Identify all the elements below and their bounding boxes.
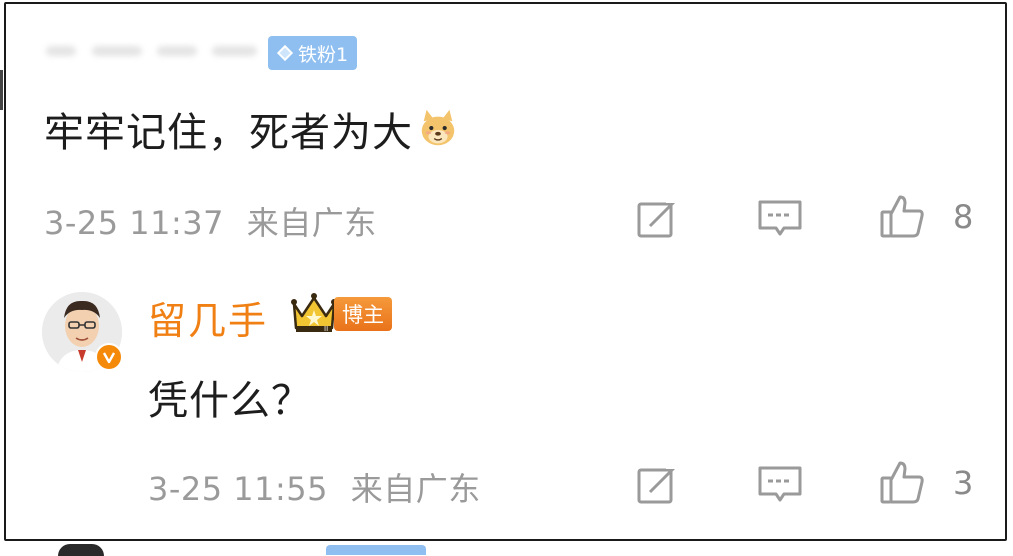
share-icon[interactable] [634, 194, 682, 242]
crown-icon: II [291, 293, 337, 333]
like-count: 8 [953, 198, 974, 236]
comment-text: 牢牢记住，死者为大 [44, 100, 459, 158]
thumbs-up-icon[interactable] [878, 192, 926, 240]
svg-text:II: II [324, 325, 328, 333]
next-avatar-peek [58, 544, 104, 556]
next-badge-peek [326, 545, 426, 555]
comment-text-content: 牢牢记住，死者为大 [44, 110, 413, 156]
author-name[interactable]: 留几手 [148, 290, 268, 345]
verified-v-icon [95, 343, 123, 371]
comment-card [4, 2, 1007, 541]
blogger-badge-label: 博主 [342, 303, 384, 327]
reply-text: 凭什么？ [148, 378, 312, 424]
share-icon[interactable] [634, 460, 682, 508]
fan-badge[interactable]: 铁粉1 [268, 36, 358, 70]
comment-location: 来自广东 [246, 204, 377, 242]
like-count: 3 [953, 464, 974, 502]
blurred-username[interactable] [42, 36, 257, 70]
edge-mark [0, 70, 3, 110]
reply-meta: 3-25 11:55 来自广东 [148, 464, 481, 510]
comment-icon[interactable] [756, 460, 804, 508]
comment-time: 3-25 11:37 [44, 204, 225, 242]
thumbs-up-icon[interactable] [878, 458, 926, 506]
diamond-icon [276, 44, 294, 62]
blogger-badge: 博主 [334, 297, 392, 331]
reply-location: 来自广东 [350, 470, 481, 508]
reply-time: 3-25 11:55 [148, 470, 329, 508]
comment-meta: 3-25 11:37 来自广东 [44, 198, 377, 244]
comment-icon[interactable] [756, 194, 804, 242]
fan-badge-label: 铁粉1 [298, 43, 349, 66]
doge-emoji-icon [421, 109, 455, 146]
